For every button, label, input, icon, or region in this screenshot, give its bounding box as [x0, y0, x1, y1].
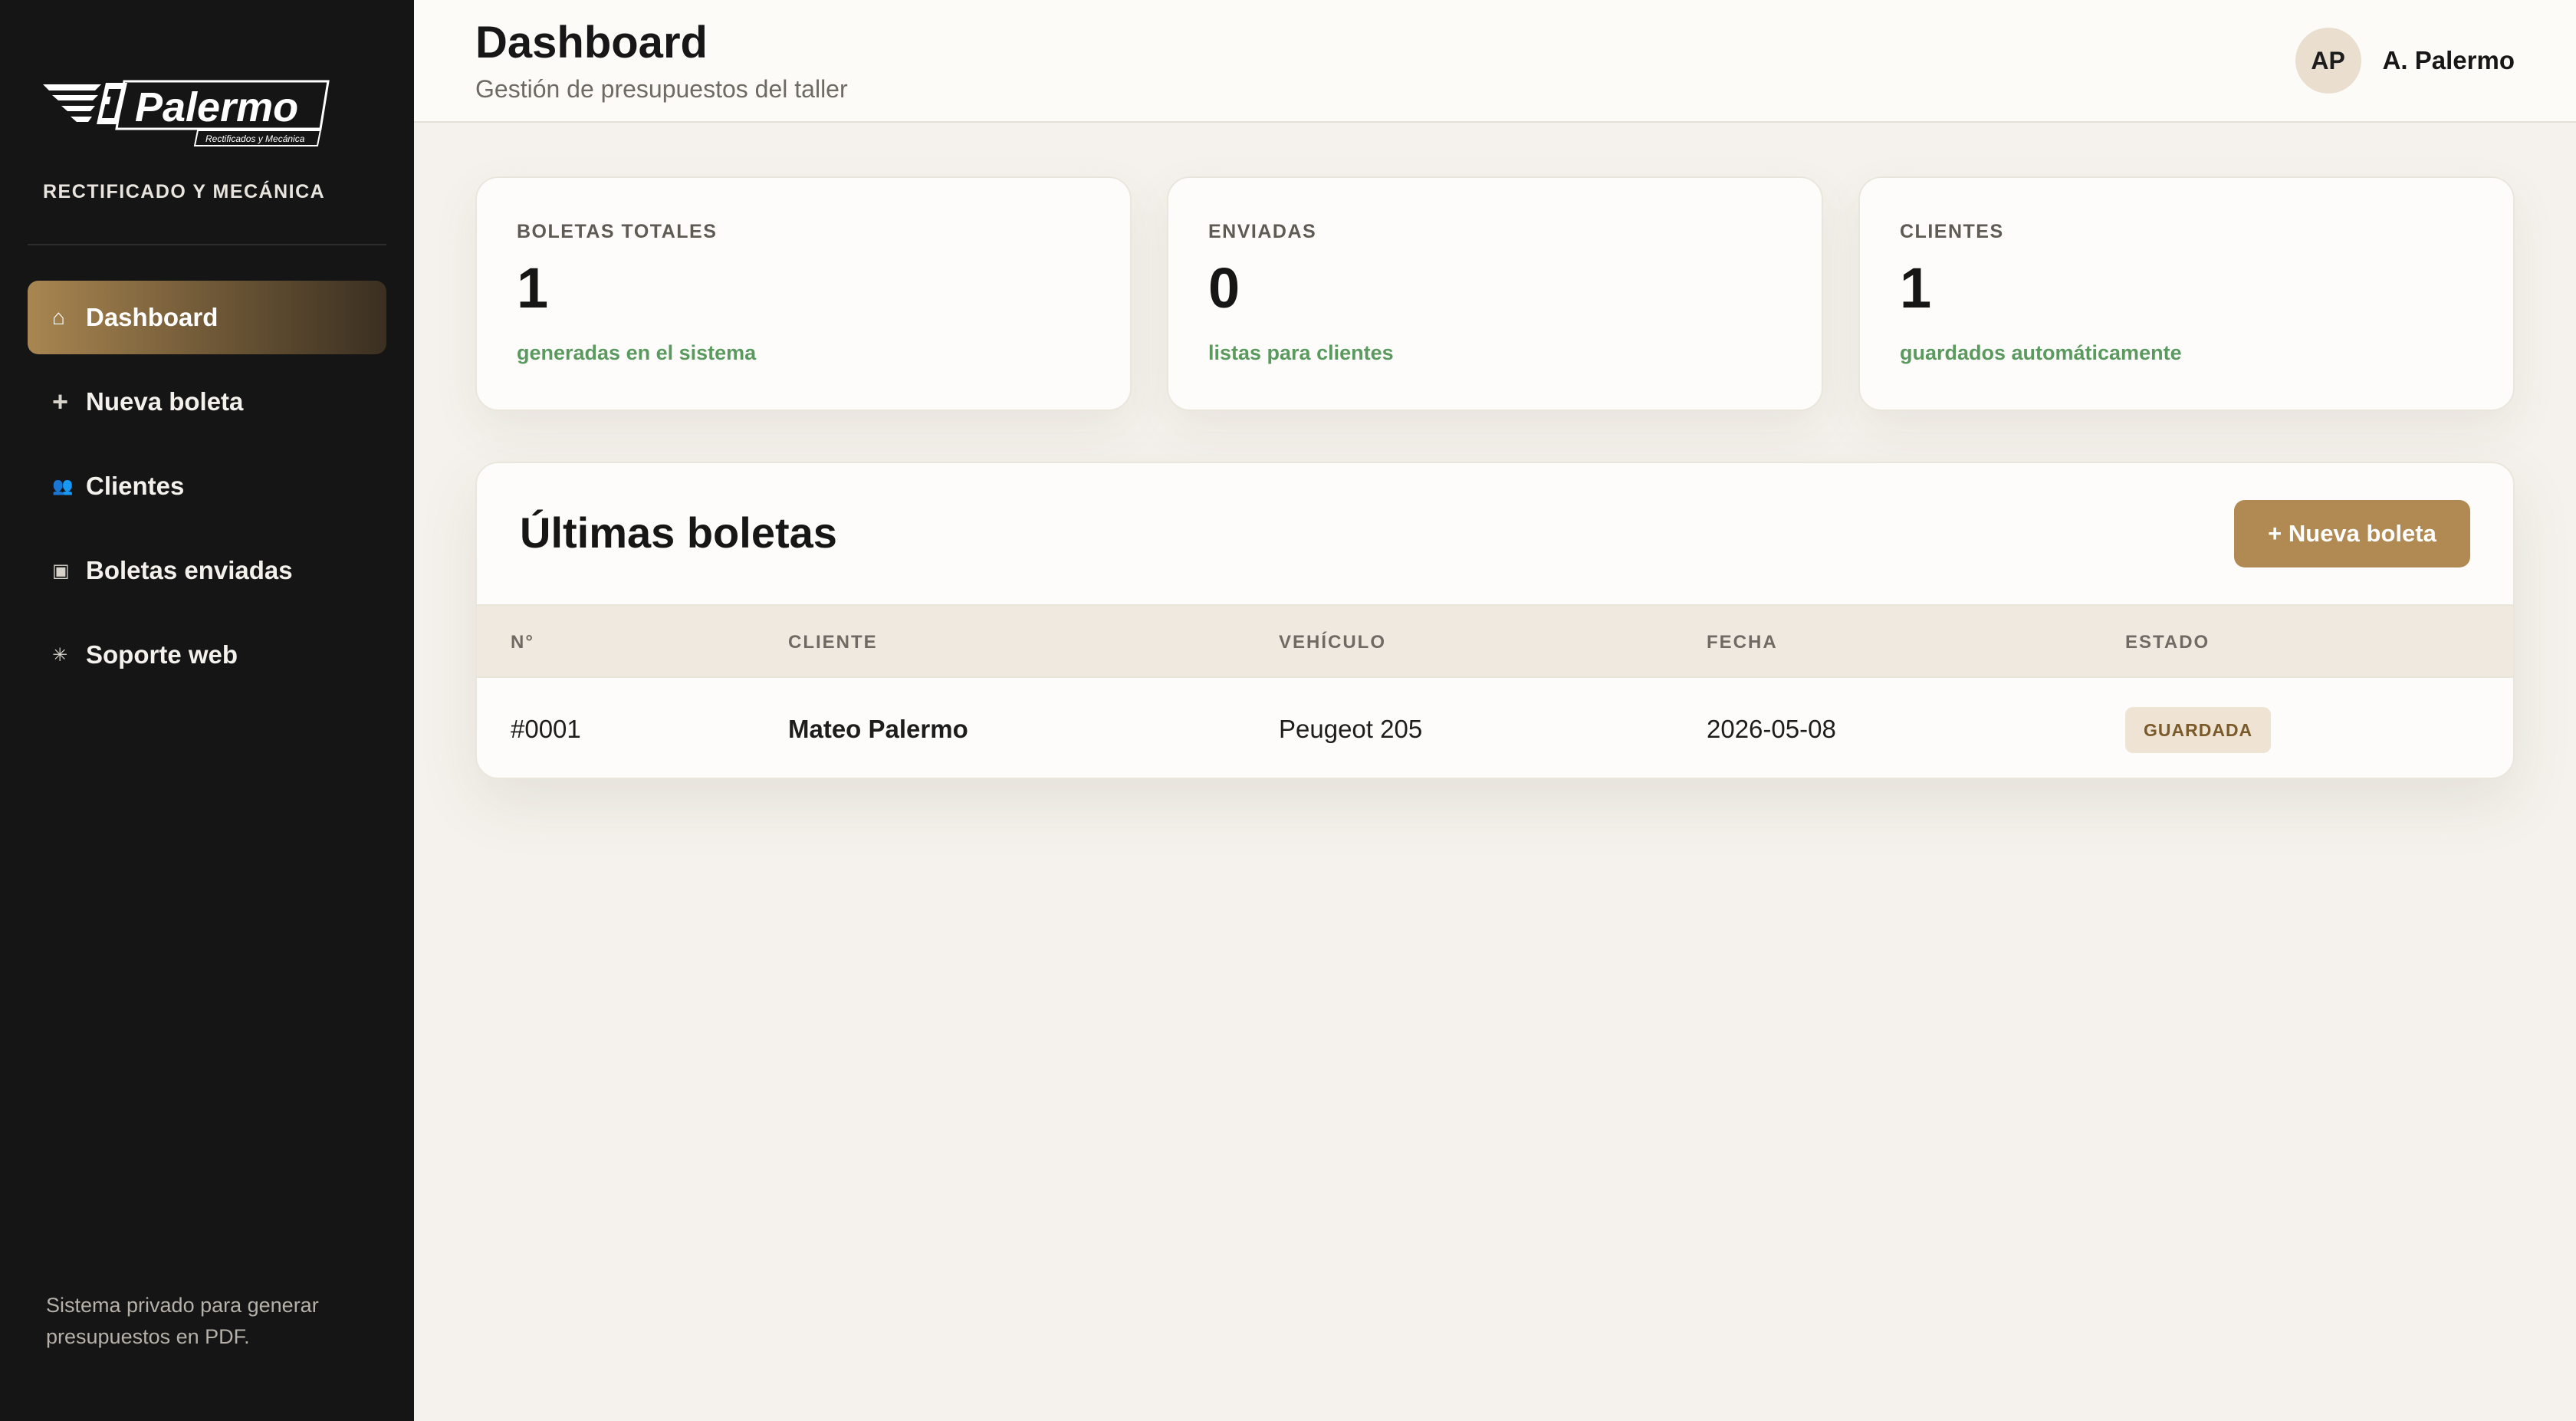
plus-icon: + — [52, 386, 69, 417]
stat-note: guardados automáticamente — [1900, 341, 2182, 364]
new-boleta-button[interactable]: + Nueva boleta — [2234, 500, 2470, 567]
stat-card-enviadas: ENVIADAS 0 listas para clientes — [1167, 176, 1823, 411]
table-row[interactable]: #0001 Mateo Palermo Peugeot 205 2026-05-… — [477, 678, 2513, 778]
sidebar-item-boletas-enviadas[interactable]: ▣ Boletas enviadas — [28, 534, 386, 607]
logo-wordmark: Palermo — [135, 84, 298, 130]
user-menu[interactable]: AP A. Palermo — [2295, 28, 2515, 94]
column-header-status[interactable]: ESTADO — [2125, 606, 2210, 679]
cell-number[interactable]: #0001 — [511, 678, 581, 778]
users-icon: 👥 — [52, 476, 74, 495]
stat-value: 1 — [1900, 256, 1932, 320]
sidebar-item-nueva-boleta[interactable]: + Nueva boleta — [28, 365, 386, 439]
stat-label: BOLETAS TOTALES — [517, 221, 718, 242]
sidebar-item-dashboard[interactable]: ⌂ Dashboard — [28, 281, 386, 354]
sidebar: Palermo Rectificados y Mecánica RECTIFIC… — [0, 0, 414, 1421]
column-header-number[interactable]: N° — [511, 606, 534, 679]
stat-card-boletas-totales: BOLETAS TOTALES 1 generadas en el sistem… — [475, 176, 1132, 411]
column-header-client[interactable]: CLIENTE — [788, 606, 878, 679]
brand-logo[interactable]: Palermo Rectificados y Mecánica — [41, 77, 330, 150]
sidebar-item-label: Boletas enviadas — [86, 556, 293, 584]
status-badge: GUARDADA — [2125, 707, 2272, 753]
sidebar-item-soporte-web[interactable]: ✳ Soporte web — [28, 618, 386, 692]
sidebar-item-clientes[interactable]: 👥 Clientes — [28, 449, 386, 523]
logo-subtext: Rectificados y Mecánica — [205, 133, 305, 144]
sidebar-item-label: Dashboard — [86, 303, 219, 331]
stat-value: 0 — [1208, 256, 1240, 320]
sidebar-nav: ⌂ Dashboard + Nueva boleta 👥 Clientes ▣ … — [28, 281, 386, 702]
table-header: N° CLIENTE VEHÍCULO FECHA ESTADO — [477, 604, 2513, 678]
stat-card-clientes: CLIENTES 1 guardados automáticamente — [1858, 176, 2515, 411]
top-bar: Dashboard Gestión de presupuestos del ta… — [414, 0, 2576, 123]
sparkle-icon: ✳ — [52, 644, 68, 666]
home-icon: ⌂ — [52, 305, 65, 329]
recent-boletas-title: Últimas boletas — [520, 508, 837, 557]
column-header-vehicle[interactable]: VEHÍCULO — [1279, 606, 1386, 679]
stat-label: ENVIADAS — [1208, 221, 1317, 242]
stat-note: generadas en el sistema — [517, 341, 757, 364]
palermo-logo-image: Palermo Rectificados y Mecánica — [43, 80, 330, 146]
page-title: Dashboard — [475, 18, 708, 67]
stat-note: listas para clientes — [1208, 341, 1394, 364]
sidebar-item-label: Soporte web — [86, 640, 238, 669]
column-header-date[interactable]: FECHA — [1707, 606, 1778, 679]
cell-date: 2026-05-08 — [1707, 715, 1836, 743]
cell-client[interactable]: Mateo Palermo — [788, 678, 968, 778]
cell-vehicle: Peugeot 205 — [1279, 715, 1423, 743]
sidebar-item-label: Nueva boleta — [86, 387, 244, 416]
user-name[interactable]: A. Palermo — [2383, 46, 2515, 75]
brand-tagline: RECTIFICADO Y MECÁNICA — [43, 181, 326, 202]
stat-label: CLIENTES — [1900, 221, 2004, 242]
sidebar-footer-note: Sistema privado para generar presupuesto… — [46, 1294, 319, 1348]
avatar[interactable]: AP — [2295, 28, 2361, 94]
stat-value: 1 — [517, 256, 549, 320]
sidebar-item-label: Clientes — [86, 472, 185, 500]
document-icon: ▣ — [52, 560, 70, 581]
page-subtitle: Gestión de presupuestos del taller — [475, 75, 848, 103]
sidebar-divider — [28, 244, 386, 245]
recent-boletas-card: Últimas boletas + Nueva boleta N° CLIENT… — [475, 462, 2515, 779]
